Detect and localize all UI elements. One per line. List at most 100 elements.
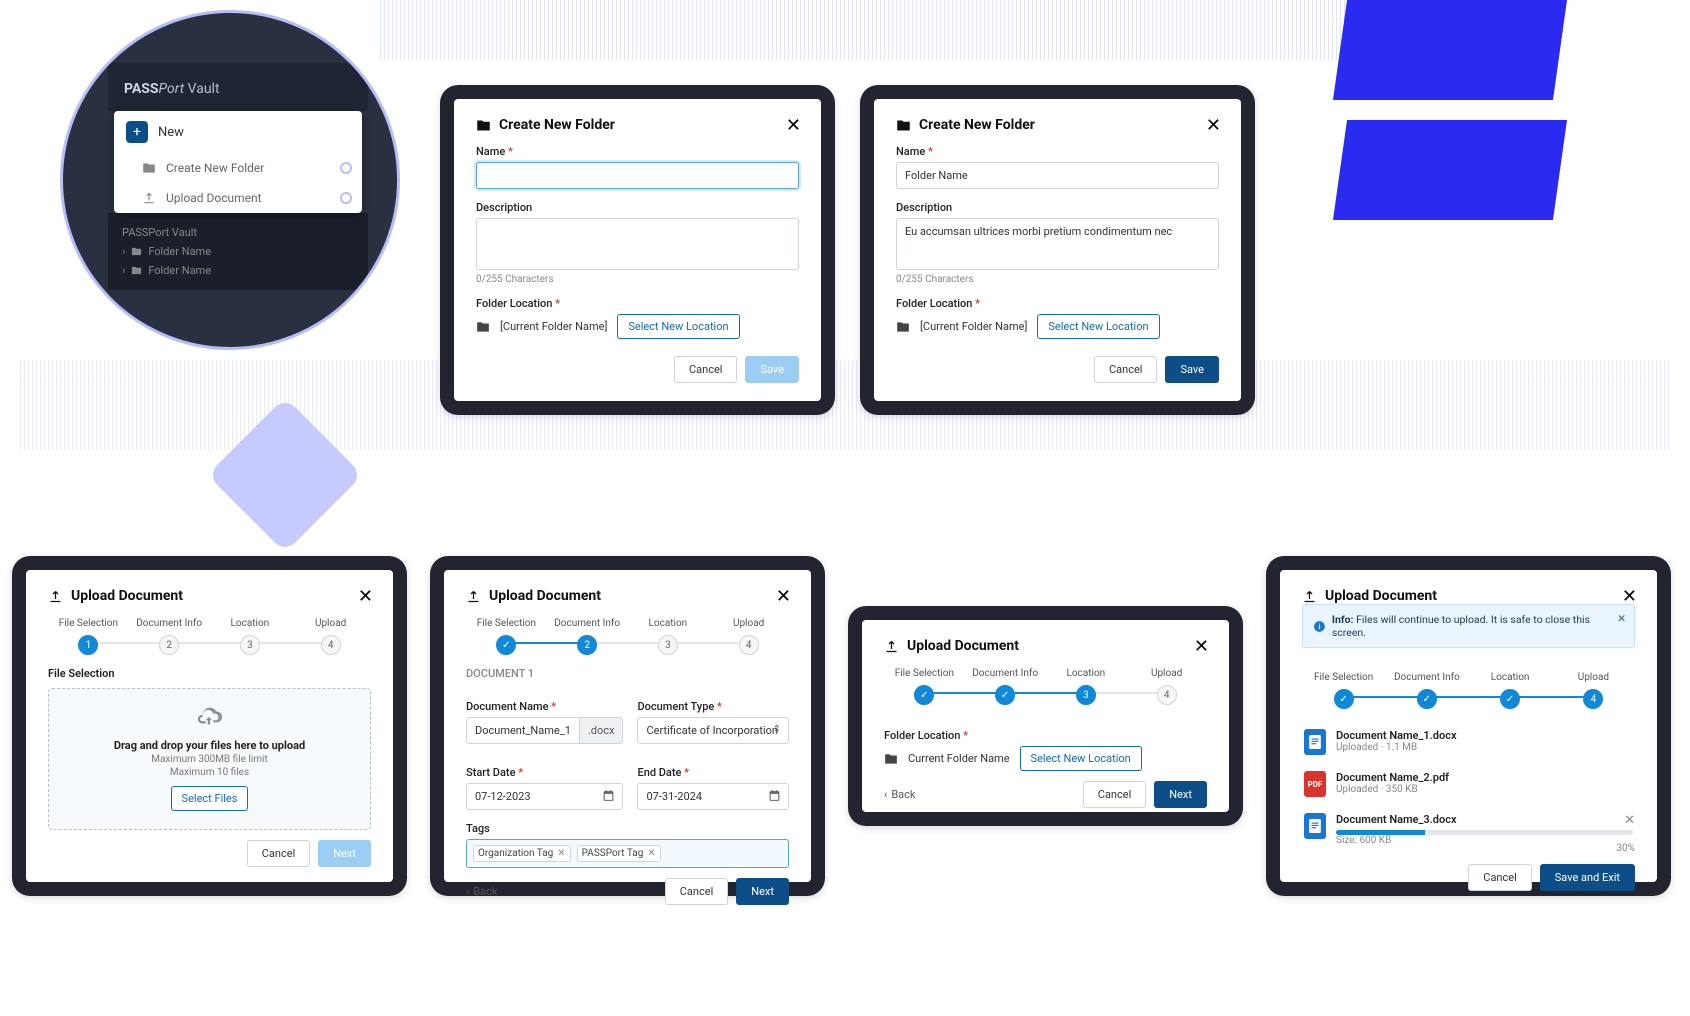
close-icon[interactable]: ✕ <box>358 586 373 607</box>
stepper: File Selection1 Document Info2 Location3… <box>48 618 371 655</box>
upload-item: PDF Document Name_2.pdf Uploaded · 350 K… <box>1302 763 1635 805</box>
document-name-input[interactable]: Document_Name_1 <box>466 717 580 744</box>
document-type-select[interactable]: Certificate of Incorporation <box>637 717 789 744</box>
folder-icon <box>476 118 491 133</box>
select-location-button[interactable]: Select New Location <box>1020 746 1142 771</box>
select-files-button[interactable]: Select Files <box>171 786 249 811</box>
upload-icon <box>1302 589 1317 604</box>
step-1-dot: 1 <box>78 635 98 655</box>
tree-item[interactable]: › Folder Name <box>122 261 354 280</box>
step-3-dot: ✓ <box>1500 689 1520 709</box>
upload-icon <box>142 191 156 205</box>
step-1-dot: ✓ <box>1334 689 1354 709</box>
back-button[interactable]: ‹ Back <box>884 781 915 808</box>
save-button[interactable]: Save <box>745 356 799 383</box>
doc-heading: DOCUMENT 1 <box>466 667 789 680</box>
close-icon[interactable]: ✕ <box>786 115 801 136</box>
dropzone[interactable]: Drag and drop your files here to upload … <box>48 688 371 830</box>
tag-chip[interactable]: PASSPort Tag✕ <box>577 845 661 862</box>
cancel-button[interactable]: Cancel <box>1094 356 1157 383</box>
back-button[interactable]: ‹ Back <box>466 878 497 905</box>
upload-icon <box>884 639 899 654</box>
step-4-dot: 4 <box>1583 689 1603 709</box>
callout-dot <box>340 162 352 174</box>
cancel-button[interactable]: Cancel <box>674 356 737 383</box>
step-2-dot: ✓ <box>995 685 1015 705</box>
name-label: Name <box>896 145 1219 158</box>
cancel-button[interactable]: Cancel <box>247 840 310 867</box>
close-icon[interactable]: ✕ <box>776 586 791 607</box>
step-2-dot: ✓ <box>1417 689 1437 709</box>
start-date-input[interactable]: 07-12-2023 <box>466 783 623 810</box>
step-4-dot: 4 <box>739 635 759 655</box>
name-input[interactable] <box>476 162 799 189</box>
save-and-exit-button[interactable]: Save and Exit <box>1540 864 1635 891</box>
folder-icon <box>896 118 911 133</box>
location-label: Folder Location <box>476 297 799 310</box>
cloud-upload-icon <box>196 707 224 729</box>
name-label: Name <box>476 145 799 158</box>
current-folder: [Current Folder Name] <box>920 320 1027 333</box>
stepper: File Selection✓ Document Info2 Location3… <box>466 618 789 655</box>
select-location-button[interactable]: Select New Location <box>1037 314 1159 339</box>
save-button[interactable]: Save <box>1165 356 1219 383</box>
end-date-input[interactable]: 07-31-2024 <box>637 783 789 810</box>
remove-file-icon[interactable]: ✕ <box>1624 813 1635 828</box>
info-icon: i <box>1313 620 1326 633</box>
next-button[interactable]: Next <box>1154 781 1207 808</box>
tag-chip[interactable]: Organization Tag✕ <box>473 845 571 862</box>
modal-upload-step1: Upload Document ✕ File Selection1 Docume… <box>12 556 407 896</box>
decor-blue-block-2 <box>1333 120 1567 220</box>
step-4-dot: 4 <box>1157 685 1177 705</box>
folder-tree: PASSPort Vault › Folder Name › Folder Na… <box>108 213 368 290</box>
docx-file-icon <box>1304 729 1326 755</box>
calendar-icon <box>768 789 781 802</box>
close-icon[interactable]: ✕ <box>1206 115 1221 136</box>
new-button[interactable]: + New <box>114 111 362 153</box>
remove-tag-icon[interactable]: ✕ <box>647 848 655 859</box>
modal-upload-step2: Upload Document ✕ File Selection✓ Docume… <box>430 556 825 896</box>
modal-title: Upload Document <box>466 588 789 604</box>
modal-upload-step3: Upload Document ✕ File Selection✓ Docume… <box>848 606 1243 826</box>
info-banner: i Info: Files will continue to upload. I… <box>1302 604 1635 648</box>
close-icon[interactable]: ✕ <box>1194 636 1209 657</box>
step-1-dot: ✓ <box>914 685 934 705</box>
step-2-dot: 2 <box>159 635 179 655</box>
remove-tag-icon[interactable]: ✕ <box>557 848 565 859</box>
tree-root[interactable]: PASSPort Vault <box>122 223 354 242</box>
modal-title: Upload Document <box>884 638 1207 654</box>
upload-icon <box>466 589 481 604</box>
modal-title: Create New Folder <box>476 117 799 133</box>
description-input[interactable]: Eu accumsan ultrices morbi pretium condi… <box>896 218 1219 270</box>
next-button[interactable]: Next <box>736 878 789 905</box>
menu-create-folder[interactable]: Create New Folder <box>114 153 362 183</box>
folder-icon <box>142 161 156 175</box>
stepper: File Selection✓ Document Info✓ Location✓… <box>1302 672 1635 709</box>
description-input[interactable] <box>476 218 799 270</box>
new-label: New <box>158 125 184 140</box>
select-location-button[interactable]: Select New Location <box>617 314 739 339</box>
cancel-button[interactable]: Cancel <box>1083 781 1146 808</box>
location-label: Folder Location <box>896 297 1219 310</box>
modal-create-folder-empty: Create New Folder ✕ Name Description 0/2… <box>440 85 835 415</box>
dismiss-banner-icon[interactable]: ✕ <box>1617 612 1626 625</box>
name-input[interactable]: Folder Name <box>896 162 1219 189</box>
chevron-updown-icon: ⇕ <box>773 724 781 735</box>
menu-upload-document[interactable]: Upload Document <box>114 183 362 213</box>
stepper: File Selection✓ Document Info✓ Location3… <box>884 668 1207 705</box>
new-menu: + New Create New Folder Upload Document <box>114 111 362 213</box>
tags-input[interactable]: Organization Tag✕ PASSPort Tag✕ <box>466 839 789 868</box>
section-label: File Selection <box>48 667 371 680</box>
decor-stripes-top <box>380 0 1480 60</box>
modal-upload-step4: Upload Document ✕ i Info: Files will con… <box>1266 556 1671 896</box>
tree-item[interactable]: › Folder Name <box>122 242 354 261</box>
next-button[interactable]: Next <box>318 840 371 867</box>
svg-text:i: i <box>1318 622 1320 631</box>
upload-item: Document Name_1.docx Uploaded · 1.1 MB <box>1302 721 1635 763</box>
cancel-button[interactable]: Cancel <box>1468 864 1531 891</box>
docx-file-icon <box>1304 813 1326 839</box>
cancel-button[interactable]: Cancel <box>665 878 728 905</box>
step-2-dot: 2 <box>577 635 597 655</box>
file-extension: .docx <box>580 717 624 744</box>
location-label: Folder Location <box>884 729 1207 742</box>
